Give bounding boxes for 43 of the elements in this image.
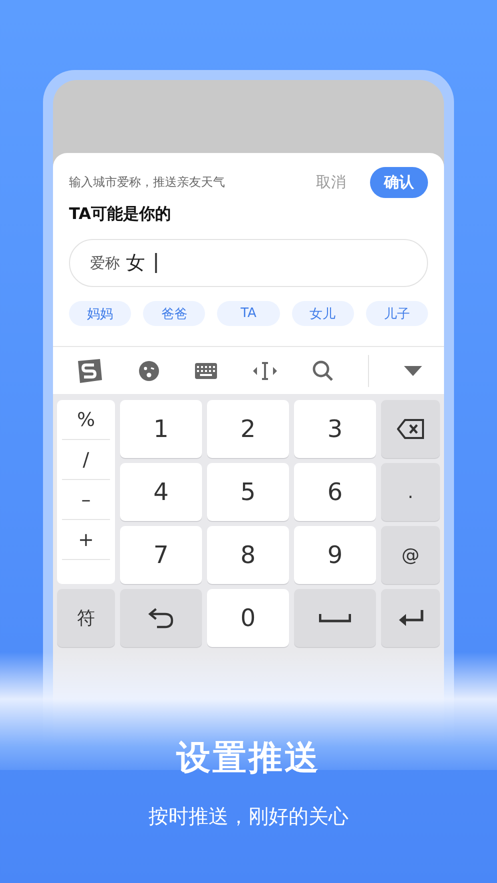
digit-key[interactable]: 5 — [207, 463, 289, 521]
suggestion-chip[interactable]: TA — [217, 301, 280, 326]
caption-title: 设置推送 — [176, 737, 320, 780]
suggestion-chip[interactable]: 爸爸 — [143, 301, 206, 326]
space-key[interactable] — [294, 589, 376, 647]
digit-key[interactable]: 1 — [120, 400, 202, 458]
emoji-icon[interactable] — [138, 360, 160, 382]
enter-icon — [396, 609, 424, 627]
field-label: 爱称 — [90, 254, 120, 272]
suggestion-chip[interactable]: 儿子 — [366, 301, 428, 326]
suggestion-chip[interactable]: 女儿 — [292, 301, 354, 326]
digit-key[interactable]: 9 — [294, 526, 376, 584]
undo-icon — [147, 607, 175, 629]
digit-key[interactable]: 6 — [294, 463, 376, 521]
symbol-key[interactable]: . — [381, 463, 440, 521]
digit-key[interactable]: 4 — [120, 463, 202, 521]
sheet-hint: 输入城市爱称，推送亲友天气 — [69, 174, 226, 191]
cursor-move-icon[interactable] — [252, 360, 278, 380]
digit-key[interactable]: 3 — [294, 400, 376, 458]
symbol-key[interactable]: – — [62, 480, 110, 520]
keyboard-icon[interactable] — [194, 362, 218, 380]
backspace-key[interactable] — [381, 400, 440, 458]
symbol-key[interactable]: 符 — [57, 589, 115, 647]
backspace-icon — [396, 419, 424, 439]
symbol-key[interactable]: % — [62, 400, 110, 440]
field-value: 女 — [126, 251, 145, 276]
suggestion-chip[interactable]: 妈妈 — [69, 301, 132, 326]
digit-key[interactable]: 0 — [207, 589, 289, 647]
digit-key[interactable]: 2 — [207, 400, 289, 458]
enter-key[interactable] — [381, 589, 440, 647]
search-icon[interactable] — [312, 360, 334, 382]
nickname-field[interactable]: 爱称 女 — [69, 239, 428, 287]
caption-subtitle: 按时推送，刚好的关心 — [148, 803, 348, 830]
symbol-key[interactable]: / — [62, 440, 110, 480]
undo-key[interactable] — [120, 589, 202, 647]
symbol-key[interactable]: @ — [381, 526, 440, 584]
sheet-title: TA可能是你的 — [69, 204, 172, 225]
digit-key[interactable]: 8 — [207, 526, 289, 584]
space-icon — [319, 613, 351, 623]
symbol-key[interactable]: + — [62, 520, 110, 560]
digit-key[interactable]: 7 — [120, 526, 202, 584]
collapse-icon[interactable] — [403, 364, 423, 376]
text-cursor — [155, 253, 156, 273]
